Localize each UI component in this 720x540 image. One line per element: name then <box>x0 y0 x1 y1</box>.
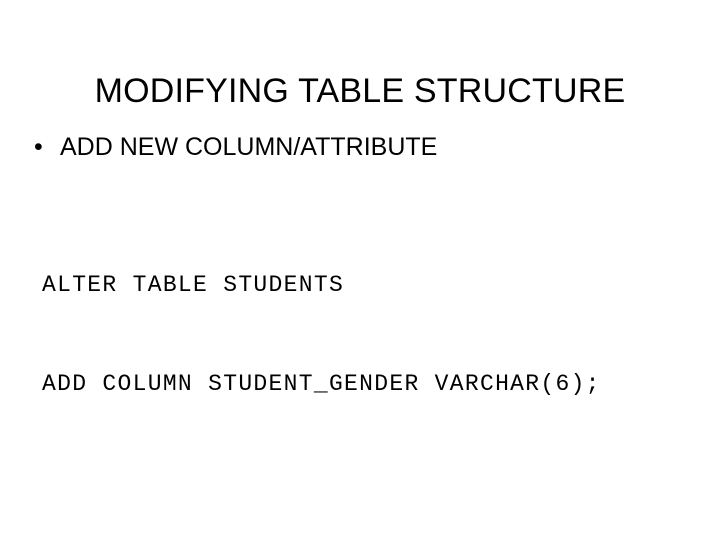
sql-code-block: ALTER TABLE STUDENTS ADD COLUMN STUDENT_… <box>42 203 702 467</box>
list-item: • ADD NEW COLUMN/ATTRIBUTE <box>34 131 694 164</box>
page-title: MODIFYING TABLE STRUCTURE <box>94 71 626 110</box>
list-item-label: ADD NEW COLUMN/ATTRIBUTE <box>60 133 438 161</box>
bullet-dot-icon: • <box>34 133 43 161</box>
code-line: ADD COLUMN STUDENT_GENDER VARCHAR(6); <box>42 371 601 397</box>
presentation-slide: MODIFYING TABLE STRUCTURE • ADD NEW COLU… <box>0 0 720 540</box>
code-line: ALTER TABLE STUDENTS <box>42 272 345 298</box>
bullet-list: • ADD NEW COLUMN/ATTRIBUTE <box>34 131 694 164</box>
